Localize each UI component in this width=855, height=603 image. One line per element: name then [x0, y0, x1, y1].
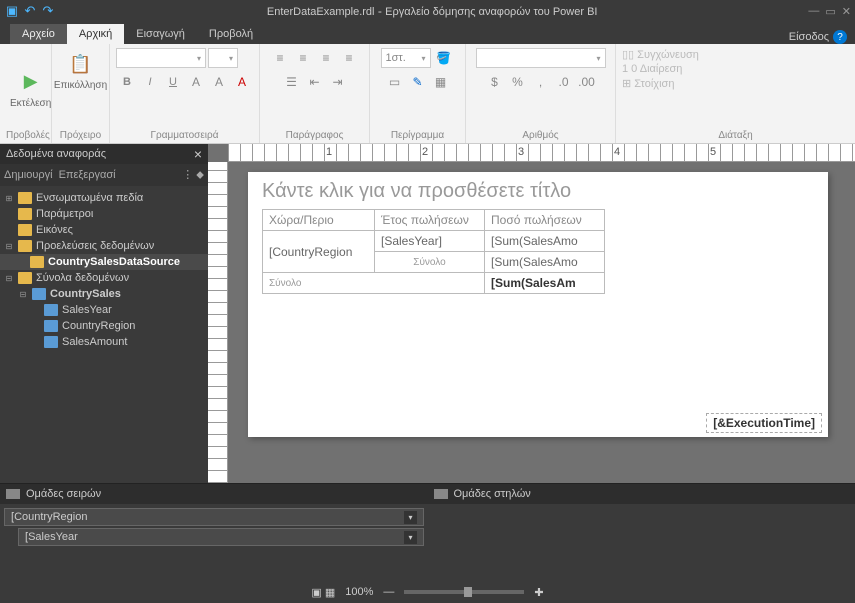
tree-datasources[interactable]: ⊟Προελεύσεις δεδομένων — [0, 238, 208, 254]
undo-icon[interactable]: ↶ — [22, 3, 38, 19]
ruler-vertical — [208, 162, 228, 483]
tree-field[interactable]: CountryRegion — [0, 318, 208, 334]
bold-button[interactable]: B — [116, 72, 138, 92]
panel-close-icon[interactable]: × — [194, 146, 202, 162]
border-color[interactable]: ✎ — [407, 72, 429, 92]
font-size[interactable]: ▾ — [208, 48, 238, 68]
tab-home[interactable]: Αρχική — [67, 24, 124, 44]
tree-field[interactable]: SalesAmount — [0, 334, 208, 350]
row-group-item[interactable]: [CountryRegion▾ — [4, 508, 424, 526]
tab-file[interactable]: Αρχείο — [10, 24, 67, 44]
tab-insert[interactable]: Εισαγωγή — [124, 24, 197, 44]
align-right[interactable]: ≡ — [315, 48, 337, 68]
align-left[interactable]: ≡ — [269, 48, 291, 68]
italic-button[interactable]: I — [139, 72, 161, 92]
align-center[interactable]: ≡ — [292, 48, 314, 68]
indent-inc[interactable]: ⇥ — [327, 72, 349, 92]
execution-time[interactable]: [&ExecutionTime] — [706, 413, 822, 433]
font-shrink[interactable]: A — [208, 72, 230, 92]
font-color[interactable]: A — [231, 72, 253, 92]
row-groups-header: Ομάδες σειρών — [0, 484, 428, 504]
border-width[interactable]: 1στ.▾ — [381, 48, 431, 68]
zoom-slider[interactable] — [404, 590, 524, 594]
status-icon: ▣ ▦ — [311, 586, 335, 599]
col-header[interactable]: Χώρα/Περιο — [263, 210, 375, 231]
zoom-value: 100% — [345, 586, 373, 598]
tree-builtin[interactable]: ⊞Ενσωματωμένα πεδία — [0, 190, 208, 206]
run-button[interactable]: ▶Εκτέλεση — [6, 66, 55, 111]
tree-datasets[interactable]: ⊟Σύνολα δεδομένων — [0, 270, 208, 286]
number-format[interactable]: ▾ — [476, 48, 606, 68]
font-grow[interactable]: A — [185, 72, 207, 92]
tab-view[interactable]: Προβολή — [197, 24, 265, 44]
cell[interactable]: [CountryRegion — [263, 231, 375, 273]
minimize-icon[interactable]: — — [808, 5, 819, 18]
zoom-in[interactable]: ✚ — [534, 586, 543, 599]
matrix-table[interactable]: Χώρα/Περιο Έτος πωλήσεων Ποσό πωλήσεων [… — [262, 209, 605, 294]
new-button[interactable]: Δημιουργί — [4, 169, 53, 181]
maximize-icon[interactable]: ▭ — [825, 5, 835, 18]
dec-inc[interactable]: .0 — [553, 72, 575, 92]
save-icon[interactable]: ▣ — [4, 3, 20, 19]
redo-icon[interactable]: ↷ — [40, 3, 56, 19]
percent[interactable]: % — [507, 72, 529, 92]
tree-images[interactable]: Εικόνες — [0, 222, 208, 238]
align-justify[interactable]: ≡ — [338, 48, 360, 68]
help-icon[interactable]: ? — [833, 30, 847, 44]
col-header[interactable]: Έτος πωλήσεων — [375, 210, 485, 231]
border-style[interactable]: ▭ — [384, 72, 406, 92]
font-family[interactable]: ▾ — [116, 48, 206, 68]
merge-button: ▯▯ Συγχώνευση — [622, 48, 699, 61]
border-preset[interactable]: ▦ — [430, 72, 452, 92]
edit-button[interactable]: Επεξεργασί — [59, 169, 116, 181]
close-icon[interactable]: ✕ — [842, 5, 851, 18]
ruler-horizontal: 12345 — [228, 144, 855, 162]
cell[interactable]: Σύνολο — [263, 273, 485, 294]
cell[interactable]: Σύνολο — [375, 252, 485, 273]
signin-link[interactable]: Είσοδος? — [789, 30, 847, 44]
tree-field[interactable]: SalesYear — [0, 302, 208, 318]
tree-datasource-item[interactable]: CountrySalesDataSource — [0, 254, 208, 270]
window-title: EnterDataExample.rdl - Εργαλείο δόμησης … — [56, 4, 808, 18]
col-header[interactable]: Ποσό πωλήσεων — [485, 210, 605, 231]
cell[interactable]: [Sum(SalesAmo — [485, 252, 605, 273]
col-groups-header: Ομάδες στηλών — [428, 484, 855, 504]
fill-color[interactable]: 🪣 — [433, 48, 455, 68]
tree-params[interactable]: Παράμετροι — [0, 206, 208, 222]
align-button: ⊞ Στοίχιση — [622, 77, 674, 90]
zoom-out[interactable]: — — [383, 586, 394, 598]
paste-button[interactable]: 📋Επικόλληση — [50, 48, 111, 93]
currency[interactable]: $ — [484, 72, 506, 92]
bullets[interactable]: ☰ — [281, 72, 303, 92]
report-surface[interactable]: Κάντε κλικ για να προσθέσετε τίτλο Χώρα/… — [248, 172, 828, 437]
indent-dec[interactable]: ⇤ — [304, 72, 326, 92]
row-group-item[interactable]: [SalesYear▾ — [18, 528, 424, 546]
report-title-placeholder[interactable]: Κάντε κλικ για να προσθέσετε τίτλο — [262, 180, 814, 203]
design-canvas[interactable]: 12345 Κάντε κλικ για να προσθέσετε τίτλο… — [208, 144, 855, 483]
underline-button[interactable]: U — [162, 72, 184, 92]
thousands[interactable]: , — [530, 72, 552, 92]
cell[interactable]: [Sum(SalesAm — [485, 273, 605, 294]
split-button: 1 0 Διαίρεση — [622, 63, 682, 75]
dec-dec[interactable]: .00 — [576, 72, 598, 92]
cell[interactable]: [SalesYear] — [375, 231, 485, 252]
cell[interactable]: [Sum(SalesAmo — [485, 231, 605, 252]
panel-title: Δεδομένα αναφοράς× — [0, 144, 208, 164]
tree-dataset-item[interactable]: ⊟CountrySales — [0, 286, 208, 302]
